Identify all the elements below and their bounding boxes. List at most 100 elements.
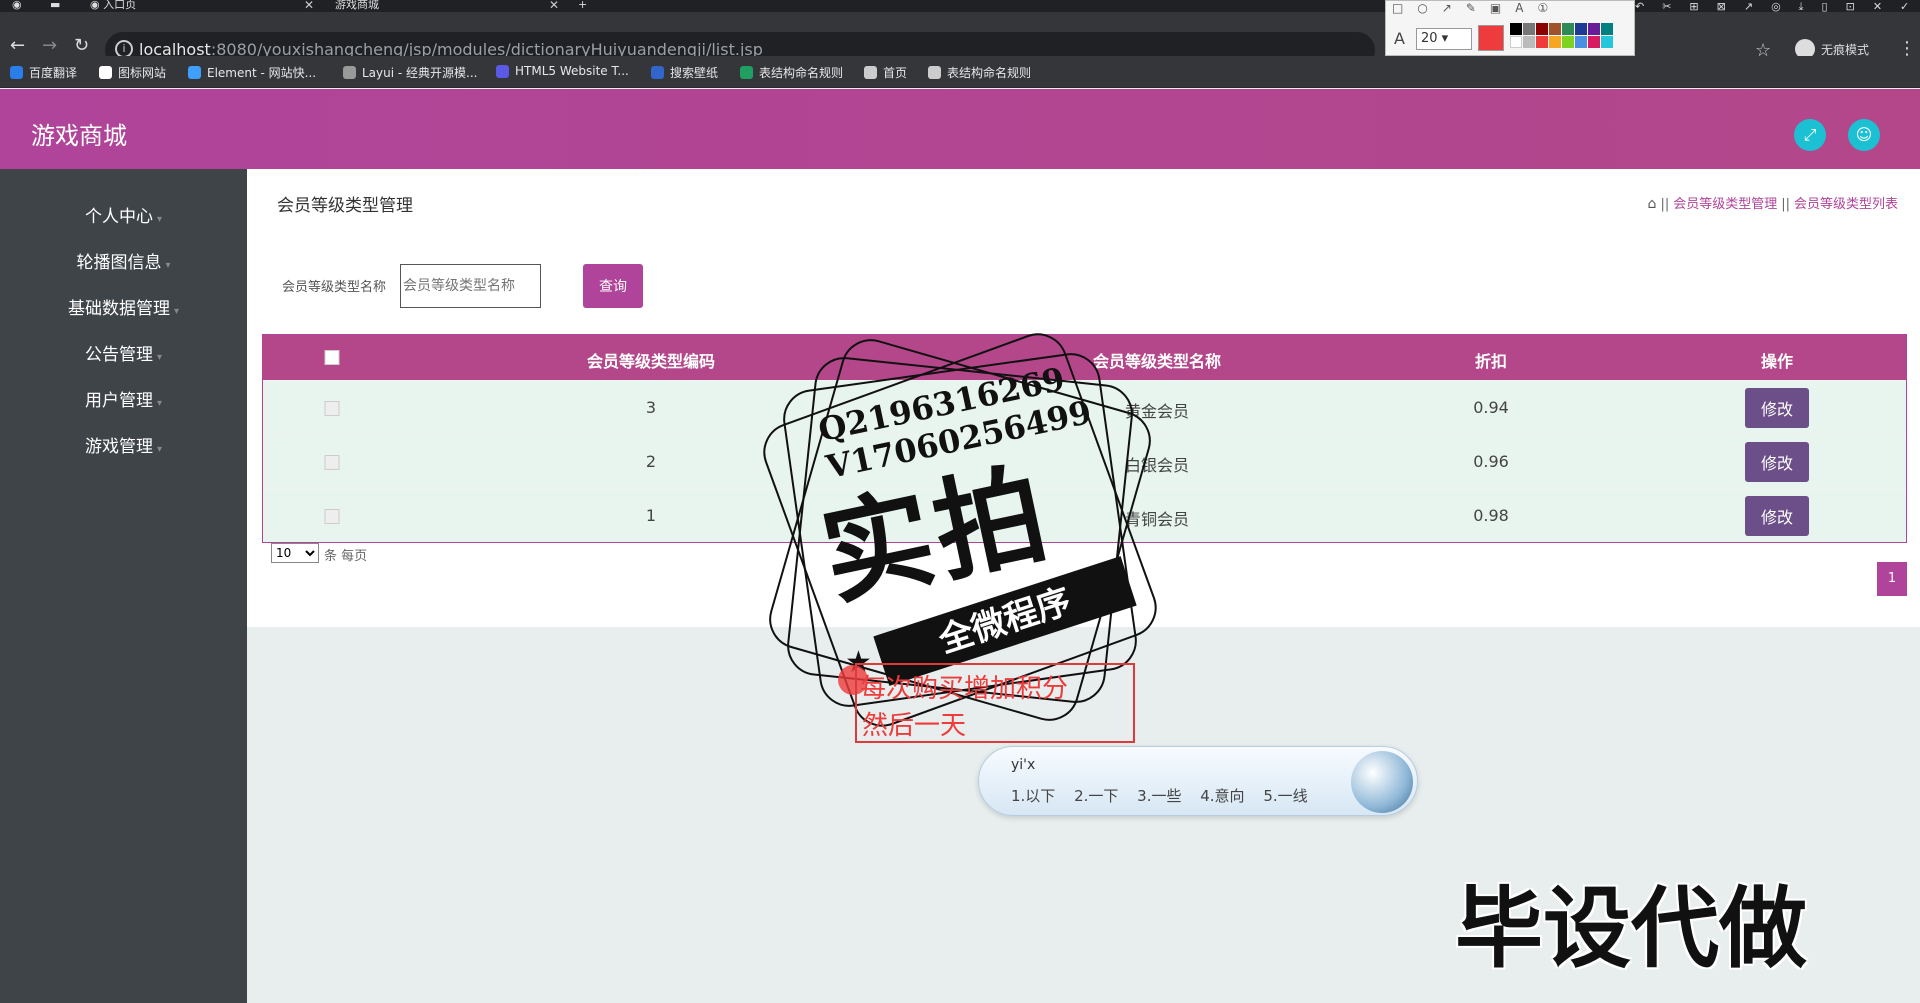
bookmark-item[interactable]: 表结构命名规则 — [928, 64, 1031, 81]
edit-button[interactable]: 修改 — [1745, 496, 1809, 536]
bookmark-favicon-icon — [99, 66, 112, 79]
ime-logo-icon — [1351, 751, 1413, 813]
watermark-text: 毕设代做 — [1455, 877, 1808, 980]
edit-button[interactable]: 修改 — [1745, 388, 1809, 428]
sidebar-item-label: 用户管理 — [84, 391, 153, 411]
chevron-icon: ▾ — [156, 352, 163, 363]
breadcrumb-item[interactable]: 会员等级类型管理 — [1673, 197, 1777, 212]
row-checkbox[interactable] — [324, 509, 340, 524]
font-size-value: 20 — [1421, 31, 1438, 46]
query-button[interactable]: 查询 — [583, 264, 643, 308]
bookmark-label: 首页 — [883, 66, 908, 80]
page-size-label: 条 每页 — [324, 549, 368, 564]
bookmark-favicon-icon — [188, 66, 201, 79]
browser-logo-icon: ◉ — [12, 0, 22, 11]
tab-close-icon[interactable]: ✕ — [549, 0, 559, 11]
bookmark-label: 表结构命名规则 — [759, 66, 844, 80]
bookmark-label: 搜索壁纸 — [670, 66, 719, 80]
sidebar-item-basic-data[interactable]: 基础数据管理 ▾ — [0, 294, 247, 319]
chevron-icon: ▾ — [165, 260, 171, 271]
cell-discount: 0.94 — [1473, 398, 1509, 417]
bookmark-item[interactable]: HTML5 Website T... — [496, 64, 629, 78]
bookmarks-bar: 百度翻译 图标网站 Element - 网站快... Layui - 经典开源模… — [0, 56, 1920, 88]
current-color-swatch[interactable] — [1478, 25, 1504, 51]
bookmark-label: 百度翻译 — [29, 66, 78, 80]
annotation-tool-icons[interactable]: □○↗✎▣A① — [1392, 1, 1562, 15]
fullscreen-icon[interactable]: ⤢ — [1794, 119, 1826, 151]
annotation-text-line-1: 每次购买增加积分 — [860, 674, 1069, 704]
reload-icon[interactable]: ↻ — [74, 36, 89, 56]
sidebar-item-label: 公告管理 — [84, 345, 153, 365]
chevron-icon: ▾ — [156, 398, 163, 409]
breadcrumb: ⌂ || 会员等级类型管理 || 会员等级类型列表 — [1648, 193, 1898, 212]
sidebar-item-label: 游戏管理 — [84, 437, 153, 457]
cell-code: 3 — [645, 398, 657, 417]
window-icon: ▬ — [50, 0, 61, 11]
row-checkbox[interactable] — [324, 401, 340, 416]
cell-code: 2 — [645, 452, 657, 471]
incognito-label: 无痕模式 — [1821, 42, 1870, 57]
column-header-actions: 操作 — [1760, 352, 1794, 371]
annotation-toolbar: □○↗✎▣A① A 20 ▾ — [1385, 0, 1635, 56]
select-all-checkbox[interactable] — [324, 350, 340, 365]
bookmark-favicon-icon — [864, 66, 877, 79]
font-size-select[interactable]: 20 ▾ — [1416, 28, 1472, 50]
edit-button[interactable]: 修改 — [1745, 442, 1809, 482]
bookmark-label: 图标网站 — [118, 66, 167, 80]
row-checkbox[interactable] — [324, 455, 340, 470]
bookmark-label: HTML5 Website T... — [515, 64, 629, 78]
star-icon: ★ — [1105, 575, 1132, 610]
tab-game-mall[interactable]: 游戏商城 ✕ — [335, 0, 565, 12]
breadcrumb-separator: || — [1781, 197, 1790, 212]
annotation-text-line-2: 然后一天 — [862, 711, 967, 741]
column-header-code: 会员等级类型编码 — [586, 352, 716, 371]
breadcrumb-separator: || — [1660, 197, 1670, 212]
user-icon[interactable]: ☺ — [1848, 119, 1880, 151]
page-title: 会员等级类型管理 — [277, 196, 413, 216]
bookmark-favicon-icon — [740, 66, 753, 79]
cell-code: 1 — [645, 506, 657, 525]
tab-close-icon[interactable]: ✕ — [304, 0, 314, 11]
cell-discount: 0.96 — [1473, 452, 1509, 471]
sidebar-item-label: 轮播图信息 — [76, 253, 162, 273]
search-label: 会员等级类型名称 — [282, 280, 387, 295]
sidebar-item-notices[interactable]: 公告管理 ▾ — [0, 340, 247, 365]
breadcrumb-item: 会员等级类型列表 — [1793, 197, 1898, 212]
bookmark-item[interactable]: 图标网站 — [99, 64, 166, 81]
bookmark-favicon-icon — [10, 66, 23, 79]
forward-icon[interactable]: → — [42, 36, 57, 56]
bookmark-item[interactable]: Layui - 经典开源模... — [343, 64, 477, 81]
chevron-icon: ▾ — [156, 214, 163, 225]
pagination-page-1[interactable]: 1 — [1877, 562, 1907, 596]
back-icon[interactable]: ← — [10, 36, 25, 56]
home-icon[interactable]: ⌂ — [1648, 196, 1657, 212]
bookmark-item[interactable]: 首页 — [864, 64, 907, 81]
bookmark-favicon-icon — [928, 66, 941, 79]
bookmark-favicon-icon — [343, 66, 356, 79]
bookmark-item[interactable]: Element - 网站快... — [188, 64, 316, 81]
annotation-toolbar-actions[interactable]: ↶✂⊞⊠↗◎⤓▯⊡✕✓ — [1635, 0, 1920, 13]
sidebar-item-carousel[interactable]: 轮播图信息 ▾ — [0, 248, 247, 273]
bookmark-favicon-icon — [496, 64, 509, 78]
tab-entry[interactable]: ◉ 入口页 ✕ — [90, 0, 320, 12]
app-title: 游戏商城 — [31, 122, 127, 150]
cell-discount: 0.98 — [1473, 506, 1509, 525]
bookmark-label: Layui - 经典开源模... — [362, 66, 478, 80]
sidebar-item-users[interactable]: 用户管理 ▾ — [0, 386, 247, 411]
tab-title: 游戏商城 — [335, 0, 379, 11]
page-size-select[interactable]: 10 — [271, 543, 319, 563]
chevron-icon: ▾ — [156, 444, 163, 455]
font-size-icon: A — [1394, 29, 1405, 48]
bookmark-item[interactable]: 百度翻译 — [10, 64, 77, 81]
ime-composition: yi'x — [1011, 757, 1036, 773]
bookmark-label: Element - 网站快... — [207, 66, 317, 80]
color-palette[interactable] — [1510, 23, 1613, 48]
sidebar-item-personal-center[interactable]: 个人中心 ▾ — [0, 202, 247, 227]
bookmark-item[interactable]: 表结构命名规则 — [740, 64, 843, 81]
search-input[interactable] — [400, 264, 541, 308]
sidebar-item-games[interactable]: 游戏管理 ▾ — [0, 432, 247, 457]
ime-candidates[interactable]: 1.以下 2.一下 3.一些 4.意向 5.一线 — [1011, 785, 1308, 806]
new-tab-icon[interactable]: + — [578, 0, 594, 12]
bookmark-label: 表结构命名规则 — [947, 66, 1032, 80]
bookmark-item[interactable]: 搜索壁纸 — [651, 64, 718, 81]
